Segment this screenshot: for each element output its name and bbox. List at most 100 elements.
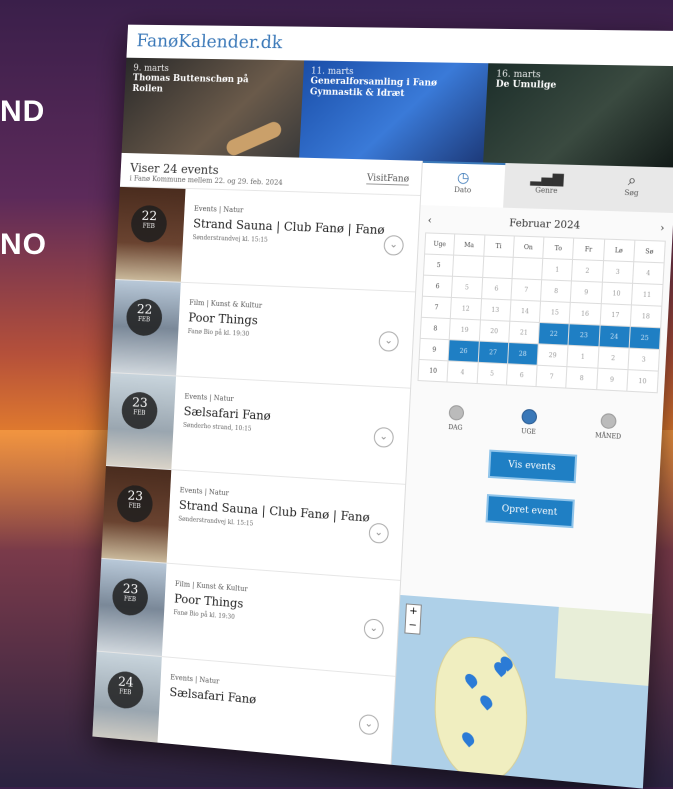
slide-title: Thomas Buttenschøn på Roilen	[132, 73, 249, 95]
search-icon: ⌕	[627, 172, 637, 190]
calendar-day[interactable]: 3	[628, 348, 660, 372]
weekday-header: Ma	[454, 234, 485, 257]
create-event-button[interactable]: Opret event	[485, 494, 575, 529]
tab-label: Dato	[454, 185, 472, 195]
week-number: 10	[418, 359, 449, 383]
range-month[interactable]: MÅNED	[595, 413, 622, 441]
calendar-day[interactable]: 5	[452, 276, 483, 300]
radio-dot	[600, 413, 618, 430]
calendar-day[interactable]: 15	[539, 301, 572, 325]
banner-slide[interactable]: 11. marts Generalforsamling i Fanø Gymna…	[298, 60, 489, 163]
banner-slide[interactable]: 16. marts De Umulige	[483, 63, 673, 168]
range-label: MÅNED	[595, 432, 622, 441]
tab-search[interactable]: ⌕ Søg	[588, 165, 673, 213]
calendar-day[interactable]: 6	[506, 364, 538, 388]
date-badge: 23 FEB	[120, 391, 159, 431]
calendar-day[interactable]: 29	[537, 344, 569, 368]
calendar-day[interactable]: 7	[511, 279, 543, 302]
week-number: 8	[420, 317, 452, 341]
calendar-day[interactable]: 2	[597, 347, 630, 371]
date-badge: 22 FEB	[130, 204, 168, 244]
badge-month: FEB	[137, 316, 151, 324]
event-thumbnail: 24 FEB	[92, 651, 162, 750]
filter-tabs: ◷ Dato ▂▄▆ Genre ⌕ Søg	[420, 160, 673, 214]
weekday-header: Ti	[483, 235, 515, 258]
calendar-day[interactable]: 11	[631, 283, 664, 307]
badge-month: FEB	[142, 222, 156, 230]
range-label: UGE	[521, 428, 536, 436]
map-zoom-control: + −	[404, 603, 422, 635]
list-item[interactable]: 22 FEB Events | Natur Strand Sauna | Club F…	[115, 185, 421, 292]
radio-dot	[521, 408, 538, 425]
calendar-day[interactable]: 8	[541, 280, 573, 303]
list-item[interactable]: 22 FEB Film | Kunst & Kultur Poor Things Fan…	[110, 279, 416, 388]
calendar-day[interactable]: 5	[477, 362, 508, 386]
calendar-day[interactable]: 20	[479, 320, 511, 343]
calendar-day[interactable]: 7	[536, 365, 568, 389]
calendar-day[interactable]: 16	[569, 302, 602, 326]
calendar-day[interactable]: 10	[601, 282, 633, 306]
calendar-day[interactable]: 23	[568, 324, 601, 348]
badge-month: FEB	[123, 595, 137, 604]
range-selector: DAG UGE MÅNED	[409, 403, 663, 443]
calendar-day[interactable]: 17	[600, 304, 632, 328]
calendar-day[interactable]	[453, 255, 484, 278]
calendar-day[interactable]: 8	[566, 367, 598, 391]
event-thumbnail: 22 FEB	[110, 280, 181, 376]
calendar-day[interactable]	[482, 256, 514, 280]
prev-month-button[interactable]: ‹	[428, 215, 433, 226]
badge-day: 22	[141, 209, 158, 225]
guitar-image	[224, 119, 284, 158]
calendar-day[interactable]: 18	[630, 305, 663, 329]
calendar-day[interactable]: 9	[596, 368, 629, 392]
side-text-1: ND	[0, 95, 46, 128]
side-text-2: NO	[0, 228, 47, 261]
weekday-header: To	[543, 237, 575, 261]
calendar-day[interactable]: 22	[538, 323, 570, 346]
zoom-out-button[interactable]: −	[405, 618, 420, 633]
calendar-day[interactable]: 4	[447, 361, 479, 385]
show-events-button[interactable]: Vis events	[487, 449, 577, 484]
date-badge: 23 FEB	[116, 484, 154, 524]
calendar-day[interactable]	[512, 257, 544, 281]
clock-icon: ◷	[456, 169, 470, 187]
calendar-day[interactable]: 27	[478, 341, 509, 365]
calendar-day[interactable]: 21	[508, 321, 540, 345]
calendar-day[interactable]: 10	[627, 370, 659, 394]
tab-genre[interactable]: ▂▄▆ Genre	[503, 163, 590, 210]
calendar-day[interactable]: 2	[572, 260, 604, 283]
event-list: Viser 24 events i Fanø Kommune mellem 22…	[92, 152, 423, 765]
event-body: Events | Natur Strand Sauna | Club Fanø |…	[167, 470, 406, 580]
calendar-day[interactable]: 19	[449, 319, 481, 342]
event-thumbnail: 23 FEB	[105, 373, 177, 470]
site-logo[interactable]: FanøKalender.dk	[136, 31, 283, 54]
calendar-day[interactable]: 3	[602, 261, 634, 284]
tab-date[interactable]: ◷ Dato	[420, 160, 506, 208]
range-week[interactable]: UGE	[521, 408, 538, 436]
calendar-day[interactable]: 26	[448, 340, 480, 363]
zoom-in-button[interactable]: +	[406, 604, 421, 619]
week-number: 9	[419, 338, 450, 362]
calendar-day[interactable]: 28	[507, 342, 539, 366]
calendar-day[interactable]: 1	[567, 345, 599, 369]
calendar-day[interactable]: 4	[632, 262, 665, 286]
banner-slide[interactable]: 9. marts Thomas Buttenschøn på Roilen	[121, 57, 304, 158]
calendar-day[interactable]: 1	[542, 258, 574, 282]
calendar-day[interactable]: 12	[451, 297, 482, 321]
calendar-day[interactable]: 9	[571, 281, 603, 305]
calendar-day[interactable]: 25	[629, 327, 662, 351]
week-number: 5	[423, 254, 455, 277]
event-map[interactable]: + −	[391, 594, 653, 789]
fanoe-island	[430, 634, 532, 786]
calendar-day[interactable]: 24	[598, 325, 631, 349]
calendar-day[interactable]: 13	[480, 299, 512, 322]
next-month-button[interactable]: ›	[660, 223, 665, 234]
calendar-day[interactable]: 14	[510, 300, 542, 324]
weekday-header: Uge	[425, 233, 456, 256]
calendar-day[interactable]: 6	[481, 277, 513, 301]
range-day[interactable]: DAG	[448, 404, 465, 432]
date-badge: 22 FEB	[125, 298, 163, 337]
week-number: 7	[421, 296, 453, 320]
partner-logo[interactable]: VisitFanø	[366, 173, 410, 186]
weekday-header: Fr	[573, 238, 605, 262]
